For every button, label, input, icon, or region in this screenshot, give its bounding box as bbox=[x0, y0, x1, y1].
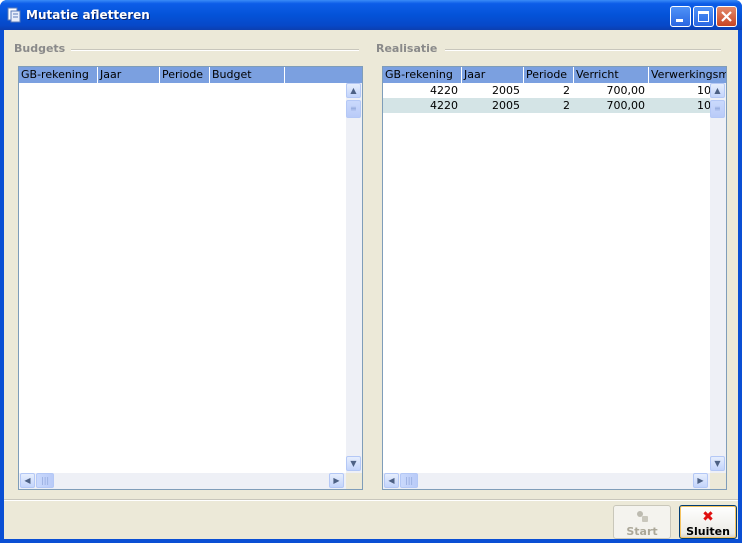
scroll-up-icon[interactable]: ▲ bbox=[710, 83, 725, 98]
realisatie-grid[interactable]: GB-rekening Jaar Periode Verricht Verwer… bbox=[382, 66, 727, 490]
cell-jaar: 2005 bbox=[492, 84, 520, 97]
scroll-left-icon[interactable]: ◀ bbox=[20, 473, 35, 488]
realisatie-col-gb-rekening[interactable]: GB-rekening bbox=[383, 67, 462, 83]
close-window-button[interactable] bbox=[716, 6, 737, 27]
scroll-right-icon[interactable]: ▶ bbox=[329, 473, 344, 488]
scroll-right-icon[interactable]: ▶ bbox=[693, 473, 708, 488]
realisatie-col-periode[interactable]: Periode bbox=[524, 67, 574, 83]
grip-icon: ||| bbox=[41, 476, 50, 485]
budgets-vertical-scrollbar[interactable]: ▲ ≡ ▼ bbox=[346, 83, 362, 473]
title-bar[interactable]: Mutatie afletteren bbox=[0, 0, 742, 30]
grip-icon: ||| bbox=[405, 476, 414, 485]
budgets-col-gb-rekening[interactable]: GB-rekening bbox=[19, 67, 98, 83]
cell-jaar: 2005 bbox=[492, 99, 520, 112]
minimize-icon bbox=[676, 19, 683, 22]
close-x-icon: ✖ bbox=[702, 509, 714, 525]
table-row[interactable]: 4220 2005 2 700,00 10 bbox=[383, 83, 710, 98]
realisatie-hscroll-thumb[interactable]: ||| bbox=[400, 473, 418, 488]
cell-periode: 2 bbox=[563, 84, 570, 97]
app-icon bbox=[7, 7, 21, 23]
cell-periode: 2 bbox=[563, 99, 570, 112]
budgets-group-line bbox=[71, 49, 359, 51]
cell-verwerkingsm: 10 bbox=[697, 99, 710, 112]
start-icon bbox=[637, 511, 648, 522]
budgets-grid-header: GB-rekening Jaar Periode Budget bbox=[19, 67, 362, 83]
budgets-col-periode[interactable]: Periode bbox=[160, 67, 210, 83]
realisatie-vscroll-thumb[interactable]: ≡ bbox=[710, 100, 725, 118]
budgets-grid[interactable]: GB-rekening Jaar Periode Budget ▲ ≡ ▼ ◀ … bbox=[18, 66, 363, 490]
scrollbar-corner bbox=[710, 473, 726, 489]
scroll-down-icon[interactable]: ▼ bbox=[710, 456, 725, 471]
scroll-up-icon[interactable]: ▲ bbox=[346, 83, 361, 98]
budgets-hscroll-thumb[interactable]: ||| bbox=[36, 473, 54, 488]
realisatie-group-title: Realisatie bbox=[376, 42, 438, 55]
realisatie-grid-header: GB-rekening Jaar Periode Verricht Verwer… bbox=[383, 67, 726, 83]
cell-verricht: 700,00 bbox=[606, 84, 646, 97]
budgets-col-budget[interactable]: Budget bbox=[210, 67, 285, 83]
button-bar-divider bbox=[4, 499, 738, 501]
budgets-horizontal-scrollbar[interactable]: ◀ ||| ▶ bbox=[19, 473, 346, 489]
close-button[interactable]: ✖ Sluiten bbox=[679, 505, 737, 539]
cell-gb-rekening: 4220 bbox=[430, 99, 458, 112]
maximize-button[interactable] bbox=[693, 6, 714, 27]
cell-gb-rekening: 4220 bbox=[430, 84, 458, 97]
maximize-icon bbox=[698, 11, 709, 22]
realisatie-col-verricht[interactable]: Verricht bbox=[574, 67, 649, 83]
cell-verwerkingsm: 10 bbox=[697, 84, 710, 97]
table-row-selected[interactable]: 4220 2005 2 700,00 10 bbox=[383, 98, 710, 113]
grip-icon: ≡ bbox=[714, 104, 721, 113]
grip-icon: ≡ bbox=[350, 104, 357, 113]
realisatie-group-line bbox=[445, 49, 721, 51]
window-title: Mutatie afletteren bbox=[26, 8, 150, 22]
realisatie-horizontal-scrollbar[interactable]: ◀ ||| ▶ bbox=[383, 473, 710, 489]
realisatie-vertical-scrollbar[interactable]: ▲ ≡ ▼ bbox=[710, 83, 726, 473]
budgets-vscroll-thumb[interactable]: ≡ bbox=[346, 100, 361, 118]
budgets-col-jaar[interactable]: Jaar bbox=[98, 67, 160, 83]
close-icon bbox=[721, 11, 732, 22]
main-window: Mutatie afletteren Budgets GB-rekening J… bbox=[0, 0, 742, 543]
close-label: Sluiten bbox=[686, 525, 730, 538]
start-button[interactable]: Start bbox=[613, 505, 671, 539]
scrollbar-corner bbox=[346, 473, 362, 489]
budgets-group-title: Budgets bbox=[14, 42, 66, 55]
minimize-button[interactable] bbox=[670, 6, 691, 27]
scroll-down-icon[interactable]: ▼ bbox=[346, 456, 361, 471]
cell-verricht: 700,00 bbox=[606, 99, 646, 112]
budgets-col-empty bbox=[285, 67, 362, 83]
dialog-body: Budgets GB-rekening Jaar Periode Budget … bbox=[4, 30, 738, 539]
realisatie-col-jaar[interactable]: Jaar bbox=[462, 67, 524, 83]
scroll-left-icon[interactable]: ◀ bbox=[384, 473, 399, 488]
start-label: Start bbox=[626, 525, 658, 538]
realisatie-col-verwerkingsm[interactable]: Verwerkingsm bbox=[649, 67, 726, 83]
